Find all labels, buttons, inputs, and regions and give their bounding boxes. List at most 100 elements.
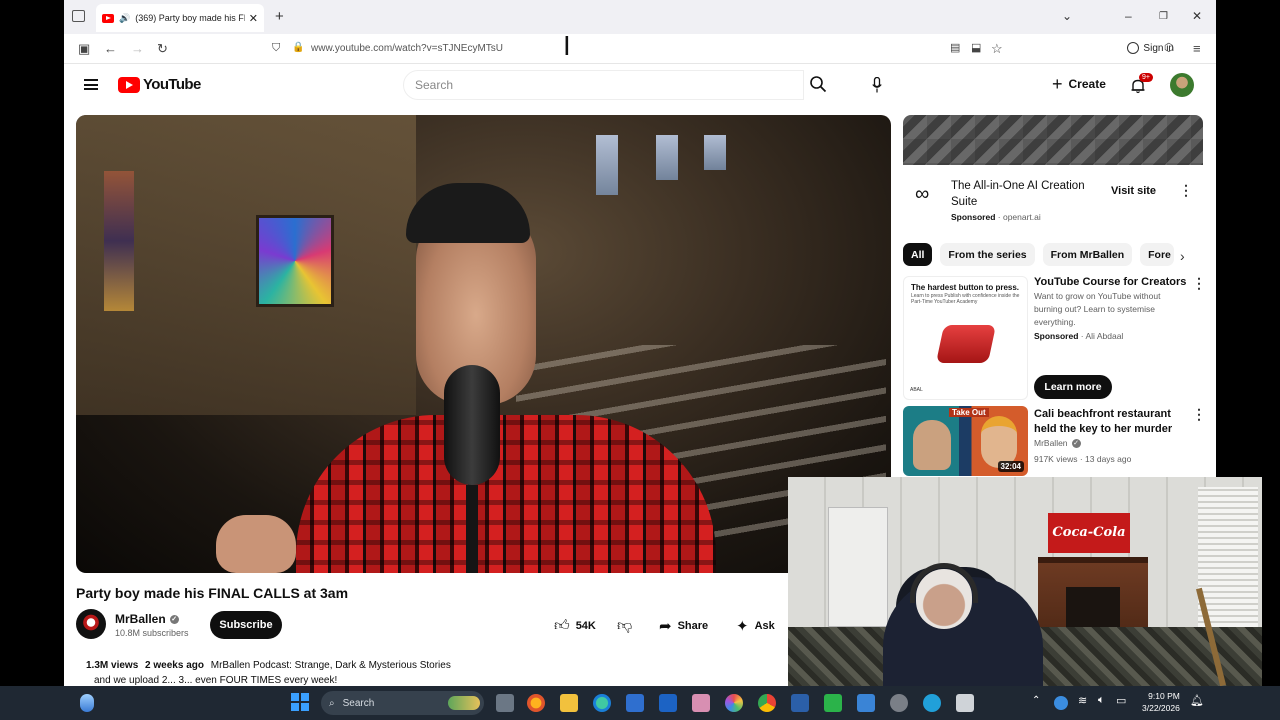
channel-name: MrBallen bbox=[115, 612, 166, 626]
app-icon[interactable] bbox=[659, 694, 677, 712]
rec-more-options-icon[interactable]: ⋮ bbox=[1192, 406, 1206, 423]
save-to-pocket-icon[interactable]: ⬓ bbox=[971, 41, 981, 54]
account-icon bbox=[1127, 42, 1140, 54]
weather-widget-icon[interactable] bbox=[80, 694, 94, 712]
rec-meta-line: 917K views · 13 days ago bbox=[1034, 454, 1132, 464]
rec-more-options-icon[interactable]: ⋮ bbox=[1192, 275, 1206, 292]
app-icon[interactable] bbox=[857, 694, 875, 712]
store-icon[interactable] bbox=[626, 694, 644, 712]
search-icon[interactable] bbox=[809, 75, 827, 93]
like-button[interactable]: 👍︎ 54K bbox=[554, 617, 596, 635]
back-icon[interactable]: ← bbox=[104, 41, 117, 56]
chip-fore[interactable]: Fore bbox=[1140, 243, 1175, 266]
youtube-header: YouTube Search + Create 9+ bbox=[64, 64, 1216, 108]
visit-site-button[interactable]: Visit site bbox=[1111, 185, 1156, 197]
channel-name-link[interactable]: MrBallen ✓ bbox=[115, 612, 179, 626]
video-frame-tapestry bbox=[104, 171, 134, 311]
ask-button[interactable]: ✦ Ask bbox=[736, 617, 775, 635]
speaker-icon[interactable]: 🔊 bbox=[119, 13, 130, 24]
battery-icon[interactable]: ▭ bbox=[1116, 694, 1126, 707]
rec-thumbnail-course[interactable]: The hardest button to press. Learn to pr… bbox=[903, 276, 1028, 400]
video-player[interactable] bbox=[76, 115, 891, 573]
share-button[interactable]: ➦ Share bbox=[659, 617, 708, 635]
taskbar-clock[interactable]: 9:10 PM 3/22/2026 bbox=[1142, 690, 1180, 714]
file-explorer-icon[interactable] bbox=[560, 694, 578, 712]
chip-from-the-series[interactable]: From the series bbox=[940, 243, 1035, 266]
bookmark-star-icon[interactable]: ☆ bbox=[991, 41, 1003, 57]
account-avatar[interactable] bbox=[1170, 73, 1194, 97]
extensions-icon[interactable]: ⬡ bbox=[1164, 41, 1174, 54]
taskbar-search[interactable]: ⌕ Search bbox=[321, 691, 484, 715]
learn-more-button[interactable]: Learn more bbox=[1034, 375, 1112, 399]
forward-icon[interactable]: → bbox=[131, 41, 144, 56]
tray-app-icon[interactable] bbox=[1054, 696, 1068, 710]
youtube-logo-text: YouTube bbox=[143, 76, 201, 93]
youtube-logo[interactable]: YouTube bbox=[118, 76, 201, 93]
like-count: 54K bbox=[575, 620, 596, 632]
thumb-subline: Learn to press Publish with confidence i… bbox=[911, 293, 1020, 305]
chevron-right-icon[interactable]: › bbox=[1180, 248, 1185, 264]
edge-icon[interactable] bbox=[593, 694, 611, 712]
tab-list-icon[interactable] bbox=[72, 10, 85, 22]
app-icon[interactable] bbox=[890, 694, 908, 712]
wifi-icon[interactable]: ≋ bbox=[1078, 694, 1087, 707]
reader-view-icon[interactable]: ▤ bbox=[950, 41, 960, 54]
app-icon[interactable] bbox=[923, 694, 941, 712]
rec-title-cali[interactable]: Cali beachfront restaurant held the key … bbox=[1034, 407, 1184, 437]
microphone-icon[interactable] bbox=[872, 77, 882, 93]
ad-banner-image[interactable] bbox=[903, 115, 1203, 165]
app-icon[interactable] bbox=[725, 694, 743, 712]
webcam-sign: Coca-Cola bbox=[1048, 513, 1130, 553]
rec-channel-line[interactable]: MrBallen ✓ bbox=[1034, 438, 1081, 448]
youtube-favicon-icon bbox=[102, 13, 114, 23]
navigation-bar: ▣ ← → ↻ ⛉ 🔒 www.youtube.com/watch?v=sTJN… bbox=[64, 34, 1216, 64]
tab-bar: 🔊 (369) Party boy made his FI ✕ + ⌄ – ❐ … bbox=[64, 0, 1216, 34]
volume-icon[interactable]: 🔈︎ bbox=[1098, 694, 1105, 707]
subscribe-button[interactable]: Subscribe bbox=[210, 611, 282, 639]
video-description-meta[interactable]: 1.3M views 2 weeks ago MrBallen Podcast:… bbox=[86, 660, 451, 671]
app-icon[interactable] bbox=[791, 694, 809, 712]
address-bar[interactable]: www.youtube.com/watch?v=sTJNEcyMTsU bbox=[311, 43, 503, 54]
browser-tab[interactable]: 🔊 (369) Party boy made his FI ✕ bbox=[96, 4, 264, 32]
close-tab-icon[interactable]: ✕ bbox=[249, 12, 258, 25]
red-publish-button-image bbox=[935, 325, 997, 363]
list-all-tabs-icon[interactable]: ⌄ bbox=[1062, 9, 1072, 23]
create-button[interactable]: + Create bbox=[1052, 75, 1106, 93]
filter-chips: All From the series From MrBallen Fore bbox=[903, 243, 1175, 266]
search-input[interactable]: Search bbox=[403, 70, 804, 100]
new-tab-icon[interactable]: + bbox=[275, 8, 284, 25]
app-icon[interactable] bbox=[692, 694, 710, 712]
shield-icon[interactable]: ⛉ bbox=[272, 42, 280, 55]
chevron-up-icon[interactable]: ⌃ bbox=[1032, 695, 1040, 706]
sidebar-toggle-icon[interactable]: ▣ bbox=[78, 41, 90, 57]
clock-date: 3/22/2026 bbox=[1142, 703, 1180, 713]
description-line-1: MrBallen Podcast: Strange, Dark & Myster… bbox=[210, 660, 451, 671]
notification-center-icon[interactable]: 🔔︎ bbox=[1190, 694, 1204, 707]
chip-all[interactable]: All bbox=[903, 243, 933, 266]
restore-icon[interactable]: ❐ bbox=[1159, 11, 1168, 22]
rec-title-course[interactable]: YouTube Course for Creators bbox=[1034, 276, 1186, 288]
app-icon[interactable] bbox=[956, 694, 974, 712]
close-window-icon[interactable]: ✕ bbox=[1192, 9, 1202, 23]
video-frame-painting bbox=[256, 215, 334, 307]
app-icon[interactable] bbox=[824, 694, 842, 712]
dislike-button[interactable]: 👎︎ bbox=[617, 617, 632, 635]
guide-menu-icon[interactable] bbox=[84, 79, 98, 90]
chrome-icon[interactable] bbox=[758, 694, 776, 712]
verified-check-icon: ✓ bbox=[169, 614, 179, 624]
ad-more-options-icon[interactable]: ⋮ bbox=[1179, 182, 1193, 199]
channel-avatar[interactable] bbox=[76, 609, 106, 639]
lock-icon[interactable]: 🔒 bbox=[292, 42, 304, 53]
video-frame-window bbox=[704, 135, 726, 170]
firefox-icon[interactable] bbox=[527, 694, 545, 712]
ad-title[interactable]: The All-in-One AI Creation Suite bbox=[951, 178, 1101, 210]
subscriber-count: 10.8M subscribers bbox=[115, 628, 189, 638]
menu-icon[interactable]: ≡ bbox=[1193, 41, 1201, 56]
task-view-icon[interactable] bbox=[496, 694, 514, 712]
rec-thumbnail-cali[interactable]: Take Out 32:04 bbox=[903, 406, 1028, 476]
start-button-icon[interactable] bbox=[291, 693, 309, 711]
ask-label: Ask bbox=[754, 620, 775, 632]
reload-icon[interactable]: ↻ bbox=[157, 41, 168, 57]
chip-from-mrballen[interactable]: From MrBallen bbox=[1042, 243, 1133, 266]
minimize-icon[interactable]: – bbox=[1125, 9, 1132, 23]
